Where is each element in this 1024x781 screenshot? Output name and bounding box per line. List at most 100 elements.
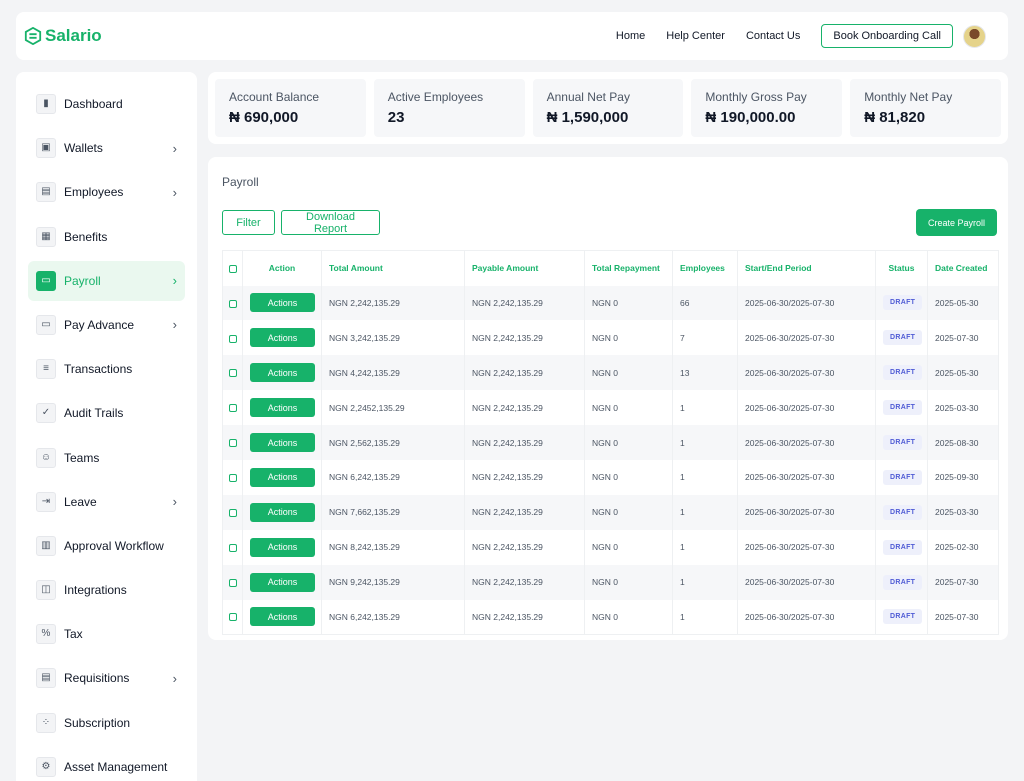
brand-name: Salario	[45, 26, 102, 45]
status-cell: DRAFT	[875, 529, 928, 565]
date-created-cell: 2025-07-30	[927, 320, 999, 356]
employees-cell: 1	[672, 529, 738, 565]
employees-cell: 1	[672, 599, 738, 635]
total-amount-cell: NGN 9,242,135.29	[321, 564, 465, 600]
actions-button[interactable]: Actions	[250, 607, 315, 627]
sidebar-item-label: Pay Advance	[64, 317, 135, 332]
nav-home-link[interactable]: Home	[616, 30, 645, 42]
row-checkbox[interactable]	[228, 334, 237, 343]
book-onboarding-call-button[interactable]: Book Onboarding Call	[821, 24, 953, 48]
brand-logo[interactable]: Salario	[24, 26, 102, 46]
gear-icon: ⚙	[36, 756, 56, 777]
actions-button[interactable]: Actions	[250, 328, 315, 348]
row-checkbox[interactable]	[228, 404, 237, 413]
create-payroll-button[interactable]: Create Payroll	[916, 209, 997, 236]
payable-amount-cell: NGN 2,242,135.29	[464, 355, 585, 391]
filter-button[interactable]: Filter	[222, 210, 275, 235]
action-cell: Actions	[242, 355, 322, 391]
payroll-card: Payroll Filter Download Report Create Pa…	[208, 157, 1008, 640]
sidebar-item-requisitions[interactable]: ▤ Requisitions ›	[28, 658, 185, 698]
row-checkbox[interactable]	[228, 474, 237, 483]
page-title: Payroll	[222, 175, 259, 189]
total-repayment-cell: NGN 0	[584, 355, 673, 391]
actions-button[interactable]: Actions	[250, 572, 315, 592]
stat-label: Annual Net Pay	[546, 90, 630, 104]
status-cell: DRAFT	[875, 459, 928, 495]
action-cell: Actions	[242, 320, 322, 356]
total-repayment-cell: NGN 0	[584, 320, 673, 356]
select-all-cell[interactable]	[222, 250, 243, 286]
action-cell: Actions	[242, 285, 322, 321]
table-row: Actions NGN 2,2452,135.29 NGN 2,242,135.…	[222, 390, 999, 426]
payable-amount-cell: NGN 2,242,135.29	[464, 285, 585, 321]
sidebar-item-payroll[interactable]: ▭ Payroll ›	[28, 260, 185, 301]
row-checkbox[interactable]	[228, 299, 237, 308]
sidebar-item-dashboard[interactable]: ▮ Dashboard	[28, 84, 185, 124]
nav-contact-us-link[interactable]: Contact Us	[746, 30, 800, 42]
row-select-cell	[222, 390, 243, 426]
total-amount-cell: NGN 2,242,135.29	[321, 285, 465, 321]
date-created-cell: 2025-07-30	[927, 599, 999, 635]
gift-icon: ▦	[36, 226, 56, 247]
actions-button[interactable]: Actions	[250, 293, 315, 313]
row-select-cell	[222, 564, 243, 600]
period-cell: 2025-06-30/2025-07-30	[737, 425, 876, 460]
sidebar-item-integrations[interactable]: ◫ Integrations	[28, 570, 185, 610]
sidebar-item-audit-trails[interactable]: ✓ Audit Trails	[28, 393, 185, 433]
sidebar-item-approval-workflow[interactable]: ▥ Approval Workflow	[28, 526, 185, 566]
actions-button[interactable]: Actions	[250, 537, 315, 557]
sidebar-item-leave[interactable]: ⇥ Leave ›	[28, 482, 185, 522]
stat-account-balance: Account Balance ₦ 690,000	[215, 79, 366, 137]
sidebar-item-teams[interactable]: ☺ Teams	[28, 438, 185, 478]
nav-help-center-link[interactable]: Help Center	[666, 30, 725, 42]
sidebar-item-label: Integrations	[64, 583, 127, 598]
receipt-icon: ≡	[36, 359, 56, 380]
chevron-right-icon: ›	[172, 184, 177, 200]
sidebar-item-label: Employees	[64, 185, 124, 200]
column-header: Total Repayment	[584, 250, 673, 286]
user-avatar[interactable]	[963, 24, 986, 48]
total-repayment-cell: NGN 0	[584, 390, 673, 426]
actions-button[interactable]: Actions	[250, 467, 315, 487]
select-all-checkbox[interactable]	[228, 265, 237, 273]
sidebar-item-employees[interactable]: ▤ Employees ›	[28, 172, 185, 212]
actions-button[interactable]: Actions	[250, 433, 315, 452]
payable-amount-cell: NGN 2,242,135.29	[464, 390, 585, 426]
row-checkbox[interactable]	[228, 543, 237, 552]
employees-cell: 66	[672, 285, 738, 321]
sidebar-item-subscription[interactable]: ⁘ Subscription	[28, 703, 185, 743]
stat-value: ₦ 1,590,000	[546, 109, 629, 126]
sidebar-item-wallets[interactable]: ▣ Wallets ›	[28, 128, 185, 168]
total-amount-cell: NGN 8,242,135.29	[321, 529, 465, 565]
total-amount-cell: NGN 3,242,135.29	[321, 320, 465, 356]
sidebar-item-pay-advance[interactable]: ▭ Pay Advance ›	[28, 305, 185, 345]
total-amount-cell: NGN 2,562,135.29	[321, 425, 465, 460]
stat-annual-net-pay: Annual Net Pay ₦ 1,590,000	[532, 79, 684, 137]
sidebar-item-asset-management[interactable]: ⚙ Asset Management	[28, 747, 185, 781]
actions-button[interactable]: Actions	[250, 502, 315, 522]
download-report-button[interactable]: Download Report	[281, 210, 380, 235]
row-checkbox[interactable]	[228, 578, 237, 587]
employees-cell: 1	[672, 390, 738, 426]
sidebar-item-transactions[interactable]: ≡ Transactions	[28, 349, 185, 389]
actions-button[interactable]: Actions	[250, 363, 315, 383]
total-repayment-cell: NGN 0	[584, 285, 673, 321]
payable-amount-cell: NGN 2,242,135.29	[464, 529, 585, 565]
sidebar-item-benefits[interactable]: ▦ Benefits	[28, 217, 185, 257]
employees-cell: 1	[672, 459, 738, 495]
row-checkbox[interactable]	[228, 369, 237, 378]
chevron-right-icon: ›	[172, 140, 177, 156]
row-select-cell	[222, 459, 243, 495]
status-cell: DRAFT	[875, 285, 928, 321]
row-checkbox[interactable]	[228, 439, 237, 448]
actions-button[interactable]: Actions	[250, 398, 315, 418]
stat-monthly-net-pay: Monthly Net Pay ₦ 81,820	[850, 79, 1001, 137]
status-cell: DRAFT	[875, 425, 928, 460]
row-checkbox[interactable]	[228, 509, 237, 518]
action-cell: Actions	[242, 425, 322, 460]
row-checkbox[interactable]	[228, 613, 237, 622]
nodes-icon: ⁘	[36, 712, 56, 733]
sidebar-item-label: Leave	[64, 494, 97, 509]
sidebar-item-tax[interactable]: % Tax	[28, 614, 185, 654]
action-cell: Actions	[242, 494, 322, 530]
